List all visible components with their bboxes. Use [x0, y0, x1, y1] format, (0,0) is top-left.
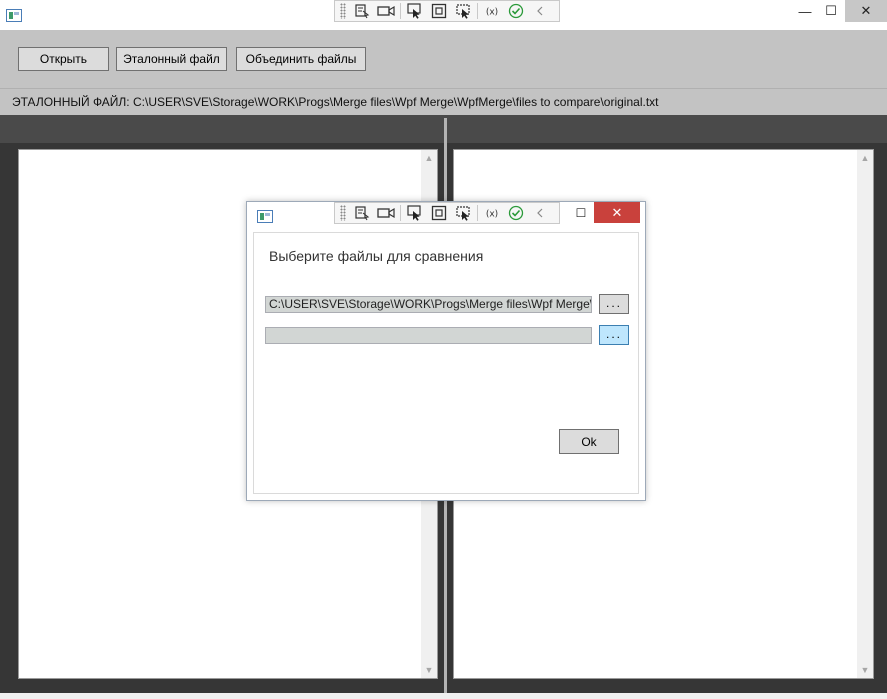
binding-icon[interactable]: (x) — [480, 1, 504, 21]
check-icon[interactable] — [504, 1, 528, 21]
collapse-icon[interactable] — [528, 203, 552, 223]
status-bar — [0, 693, 887, 699]
minimize-button[interactable]: — — [790, 0, 820, 22]
debug-toolbar: (x) — [334, 0, 560, 22]
dialog-app-icon — [257, 210, 273, 223]
dialog-prompt: Выберите файлы для сравнения — [269, 248, 484, 264]
maximize-button[interactable]: ☐ — [818, 0, 844, 22]
reference-file-button[interactable]: Эталонный файл — [116, 47, 227, 71]
dialog-close-button[interactable]: ✕ — [594, 202, 640, 223]
select-element-icon[interactable] — [350, 203, 374, 223]
file2-browse-button[interactable]: ... — [599, 325, 629, 345]
open-button[interactable]: Открыть — [18, 47, 109, 71]
select-element-icon[interactable] — [350, 1, 374, 21]
file2-path-field[interactable] — [265, 327, 592, 344]
file1-path-field[interactable]: C:\USER\SVE\Storage\WORK\Progs\Merge fil… — [265, 296, 592, 313]
right-scrollbar[interactable]: ▲ ▼ — [857, 150, 873, 678]
scroll-down-icon[interactable]: ▼ — [421, 665, 437, 675]
close-button[interactable]: ✕ — [845, 0, 887, 22]
pointer-icon[interactable] — [403, 203, 427, 223]
svg-text:(x): (x) — [486, 8, 498, 18]
scroll-down-icon[interactable]: ▼ — [857, 665, 873, 675]
ok-button[interactable]: Ok — [559, 429, 619, 454]
record-icon[interactable] — [374, 1, 398, 21]
reference-path-label: ЭТАЛОННЫЙ ФАЙЛ: C:\USER\SVE\Storage\WORK… — [0, 88, 887, 115]
binding-icon[interactable]: (x) — [480, 203, 504, 223]
merge-files-button[interactable]: Объединить файлы — [236, 47, 366, 71]
track-focus-icon[interactable] — [451, 1, 475, 21]
svg-text:(x): (x) — [486, 210, 498, 220]
dialog-maximize-button[interactable]: ☐ — [569, 202, 593, 223]
layout-adorner-icon[interactable] — [427, 1, 451, 21]
app-icon — [6, 9, 22, 22]
scroll-up-icon[interactable]: ▲ — [857, 153, 873, 163]
dialog-content: Выберите файлы для сравнения C:\USER\SVE… — [253, 232, 639, 494]
main-toolbar: Открыть Эталонный файл Объединить файлы — [0, 30, 887, 88]
pointer-icon[interactable] — [403, 1, 427, 21]
compare-files-dialog: (x) ☐ ✕ Выберите файлы для сравнения C:\… — [246, 201, 646, 501]
scroll-up-icon[interactable]: ▲ — [421, 153, 437, 163]
title-bar: (x) — ☐ ✕ — [0, 0, 887, 30]
file1-browse-button[interactable]: ... — [599, 294, 629, 314]
check-icon[interactable] — [504, 203, 528, 223]
record-icon[interactable] — [374, 203, 398, 223]
collapse-icon[interactable] — [528, 1, 552, 21]
grip-icon — [340, 3, 346, 19]
grip-icon — [340, 205, 346, 221]
layout-adorner-icon[interactable] — [427, 203, 451, 223]
dialog-debug-toolbar: (x) — [334, 202, 560, 224]
track-focus-icon[interactable] — [451, 203, 475, 223]
